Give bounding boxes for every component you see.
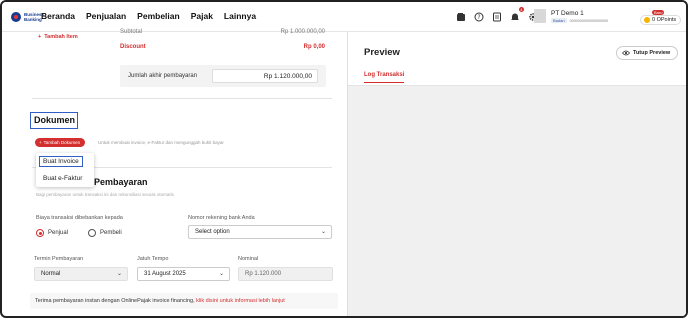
main-nav: Beranda Penjualan Pembelian Pajak Lainny… <box>41 11 256 21</box>
coin-icon <box>644 17 650 23</box>
help-icon[interactable]: ? <box>474 12 484 22</box>
total-value-field: Rp 1.120.000,00 <box>212 69 318 83</box>
nav-item-pajak[interactable]: Pajak <box>191 11 213 21</box>
svg-text:?: ? <box>477 14 480 21</box>
amount-label: Nominal <box>238 256 259 262</box>
radio-buyer[interactable]: Pembeli <box>88 229 122 237</box>
payment-title: Pembayaran <box>94 177 148 187</box>
add-item-button[interactable]: + Tambah Item <box>38 34 78 40</box>
radio-seller[interactable]: Penjual <box>36 229 68 237</box>
company-building-icon <box>534 9 546 23</box>
bank-label: Nomor rekening bank Anda <box>188 215 255 221</box>
amount-field: Rp 1.120.000 <box>238 267 333 281</box>
invoice-form: + Tambah Item Subtotal Rp 1.000.000,00 D… <box>2 29 346 316</box>
menu-item-create-invoice[interactable]: Buat Invoice <box>39 156 83 167</box>
term-label: Termin Pembayaran <box>34 256 84 262</box>
menu-item-create-efaktur[interactable]: Buat e-Faktur <box>43 175 82 182</box>
notice-link[interactable]: klik disini untuk informasi lebih lanjut <box>196 298 285 304</box>
fee-label: Biaya transaksi dibebankan kepada <box>36 215 123 221</box>
plus-icon: + <box>38 34 42 40</box>
notification-bell-icon[interactable]: 4 <box>510 7 524 22</box>
logo-icon <box>11 12 21 22</box>
close-preview-button[interactable]: Tutup Preview <box>616 46 678 60</box>
chevron-down-icon: ⌄ <box>218 271 224 277</box>
discount-row: Discount Rp 0,00 <box>120 44 325 50</box>
radio-seller-label: Penjual <box>48 230 69 236</box>
company-role-badge: Badan <box>551 17 567 23</box>
plus-icon: + <box>39 140 42 145</box>
add-document-menu: Buat Invoice Buat e-Faktur <box>36 153 94 187</box>
notification-count: 4 <box>518 7 524 12</box>
header-icons: ? 4 <box>456 7 538 22</box>
bank-account-select[interactable]: Select option ⌄ <box>188 225 332 239</box>
radio-seller-control[interactable] <box>36 229 44 237</box>
nav-item-beranda[interactable]: Beranda <box>41 11 75 21</box>
company-name: PT Demo 1 <box>551 9 584 17</box>
report-icon[interactable] <box>492 12 502 22</box>
term-value: Normal <box>41 271 61 277</box>
subtotal-label: Subtotal <box>120 29 143 35</box>
preview-title: Preview <box>364 47 400 58</box>
add-document-label: Tambah Dokumen <box>43 140 81 145</box>
due-date-select[interactable]: 31 August 2025 ⌄ <box>137 267 230 281</box>
notice-text: Terima pembayaran instan dengan OnlinePa… <box>35 298 197 304</box>
eye-icon <box>622 50 630 56</box>
brand-logo[interactable]: Business Banking <box>11 12 44 22</box>
nav-item-pembelian[interactable]: Pembelian <box>137 11 180 21</box>
nav-item-lainnya[interactable]: Lainnya <box>224 11 256 21</box>
total-label: Jumlah akhir pembayaran <box>128 73 198 79</box>
radio-buyer-label: Pembeli <box>100 230 122 236</box>
documents-hint: Untuk membuat invoice, e-Faktur dan meng… <box>98 140 224 145</box>
preview-content-area <box>348 86 686 316</box>
company-id: 0000000000000000000 <box>569 17 609 23</box>
app-window: Business Banking Beranda Penjualan Pembe… <box>0 0 688 318</box>
due-date-value: 31 August 2025 <box>144 271 186 277</box>
total-payment-box: Jumlah akhir pembayaran Rp 1.120.000,00 <box>120 65 326 87</box>
due-date-label: Jatuh Tempo <box>137 256 169 262</box>
points-text: 0 OPoints <box>652 17 677 23</box>
subtotal-value: Rp 1.000.000,00 <box>280 29 325 35</box>
payment-hint: Bagi pembayaran untuk transaksi ini dan … <box>36 192 174 197</box>
documents-title: Dokumen <box>30 112 78 129</box>
bank-select-placeholder: Select option <box>195 229 230 235</box>
wallet-icon[interactable] <box>456 12 466 22</box>
financing-notice: Terima pembayaran instan dengan OnlinePa… <box>30 293 338 309</box>
add-item-label: Tambah Item <box>44 34 78 40</box>
company-switcher[interactable]: PT Demo 1 Badan 0000000000000000000 <box>534 9 608 23</box>
add-document-button[interactable]: + Tambah Dokumen <box>35 138 86 147</box>
top-navigation-bar: Business Banking Beranda Penjualan Pembe… <box>2 2 686 32</box>
discount-label: Discount <box>120 44 146 50</box>
chevron-down-icon: ⌄ <box>320 229 326 235</box>
points-button[interactable]: 0 OPoints <box>640 15 682 25</box>
amount-value: Rp 1.120.000 <box>245 271 282 277</box>
radio-buyer-control[interactable] <box>88 229 96 237</box>
close-preview-label: Tutup Preview <box>633 50 671 56</box>
preview-panel: Preview Tutup Preview Log Transaksi <box>347 32 686 316</box>
chevron-down-icon: ⌄ <box>116 271 122 277</box>
tab-transaction-log[interactable]: Log Transaksi <box>364 72 405 83</box>
discount-value: Rp 0,00 <box>303 44 325 50</box>
nav-item-penjualan[interactable]: Penjualan <box>86 11 126 21</box>
term-select[interactable]: Normal ⌄ <box>34 267 128 281</box>
subtotal-row: Subtotal Rp 1.000.000,00 <box>120 29 325 35</box>
section-divider <box>32 98 332 99</box>
